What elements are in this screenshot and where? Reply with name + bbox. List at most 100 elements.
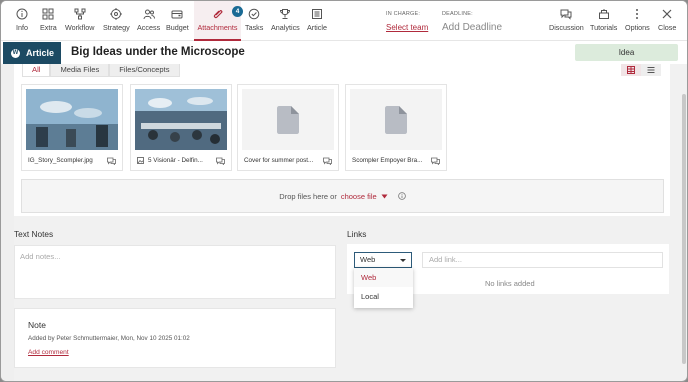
toolbar-discussion[interactable]: Discussion <box>549 8 584 32</box>
image-thumbnail <box>135 89 227 150</box>
grid-view-icon <box>627 66 635 74</box>
comment-icon[interactable] <box>216 157 225 165</box>
info-icon <box>16 8 28 20</box>
add-link-placeholder: Add link... <box>429 255 462 264</box>
comment-icon[interactable] <box>431 157 440 165</box>
more-vertical-icon <box>636 9 639 19</box>
select-team-link[interactable]: Select team <box>386 23 428 32</box>
toolbar-close-label: Close <box>658 23 677 32</box>
users-icon <box>143 9 155 20</box>
tab-all[interactable]: All <box>22 64 51 77</box>
vertical-scrollbar[interactable] <box>681 64 687 381</box>
toolbar-extra[interactable]: Extra <box>40 8 57 32</box>
tab-media-files[interactable]: Media Files <box>50 64 110 77</box>
toolbar-access[interactable]: Access <box>137 8 160 32</box>
grid-view-button[interactable] <box>621 64 641 76</box>
attachment-card[interactable]: Cover for summer post... <box>237 84 339 171</box>
link-type-select[interactable]: Web <box>354 252 412 268</box>
check-circle-icon <box>248 8 260 20</box>
add-comment-link[interactable]: Add comment <box>28 349 69 356</box>
attachments-count-badge: 4 <box>232 6 243 17</box>
toolbar-tutorials[interactable]: Tutorials <box>590 8 617 32</box>
app-window: Info Extra Workflow Strategy Access Budg… <box>0 0 688 382</box>
add-deadline-button[interactable]: Add Deadline <box>442 22 502 33</box>
text-notes-field[interactable]: Add notes... <box>14 245 336 299</box>
text-notes-heading: Text Notes <box>14 229 54 239</box>
toolbar-options[interactable]: Options <box>625 8 650 32</box>
toolbar-article-label: Article <box>307 23 327 32</box>
toolbar-attachments-label: Attachments <box>197 23 238 32</box>
chevron-down-icon <box>400 259 406 262</box>
toolbar-budget[interactable]: Budget <box>166 8 189 32</box>
status-badge[interactable]: Idea <box>575 44 678 61</box>
tutorials-icon <box>598 9 609 19</box>
toolbar-info-label: Info <box>16 23 28 32</box>
toolbar-info[interactable]: Info <box>16 8 28 32</box>
toolbar-access-label: Access <box>137 23 161 32</box>
in-charge-label: IN CHARGE: <box>386 11 421 17</box>
attachment-card[interactable]: 5 Visionär - Delfin... <box>130 84 232 171</box>
attachment-tabs: All Media Files Files/Concepts <box>22 64 180 77</box>
list-view-button[interactable] <box>641 64 661 76</box>
toolbar-extra-label: Extra <box>40 23 57 32</box>
attachment-filename: 5 Visionär - Delfin... <box>148 157 203 164</box>
toolbar-workflow[interactable]: Workflow <box>65 8 94 32</box>
page-title[interactable]: Big Ideas under the Microscope <box>71 46 245 58</box>
toolbar-close[interactable]: Close <box>658 8 676 32</box>
comment-icon[interactable] <box>323 157 332 165</box>
attachment-filename: Scompler Empoyer Bra... <box>352 157 423 164</box>
toolbar-tutorials-label: Tutorials <box>590 23 618 32</box>
choose-file-link[interactable]: choose file <box>341 192 377 201</box>
dropzone-text: Drop files here or <box>279 191 337 201</box>
attachment-filename: Cover for summer post... <box>244 157 314 164</box>
toolbar-tasks[interactable]: Tasks <box>245 8 263 32</box>
document-thumbnail <box>242 89 334 150</box>
add-link-input[interactable]: Add link... <box>422 252 663 268</box>
list-view-icon <box>647 67 655 73</box>
toolbar-workflow-label: Workflow <box>65 23 95 32</box>
tab-files-concepts[interactable]: Files/Concepts <box>109 64 180 77</box>
toolbar-analytics[interactable]: Analytics <box>271 8 300 32</box>
paperclip-icon <box>213 10 222 19</box>
image-type-icon <box>137 157 144 164</box>
file-dropzone[interactable]: Drop files here or choose file <box>21 179 664 213</box>
attachment-card[interactable]: Scompler Empoyer Bra... <box>345 84 447 171</box>
dropdown-option-local[interactable]: Local <box>354 287 413 306</box>
content-type-tag: W Article <box>3 42 61 64</box>
empty-links-text: No links added <box>485 279 535 288</box>
document-thumbnail <box>350 89 442 150</box>
trophy-icon <box>280 9 291 19</box>
link-type-value: Web <box>360 255 376 264</box>
top-toolbar: Info Extra Workflow Strategy Access Budg… <box>1 1 687 41</box>
budget-icon <box>171 10 183 19</box>
workflow-icon <box>74 8 86 20</box>
document-icon <box>385 105 407 134</box>
links-heading: Links <box>347 229 367 239</box>
wordpress-icon: W <box>11 48 20 58</box>
notes-placeholder: Add notes... <box>20 252 61 261</box>
note-title: Note <box>28 320 46 330</box>
caret-down-icon[interactable] <box>381 194 388 199</box>
toolbar-discussion-label: Discussion <box>549 23 584 32</box>
document-icon <box>277 105 299 134</box>
info-icon[interactable] <box>397 192 406 200</box>
toolbar-budget-label: Budget <box>166 23 189 32</box>
attachment-filename: IG_Story_Scompler.jpg <box>28 157 93 164</box>
note-meta: Added by Peter Schmuttermaier, Mon, Nov … <box>28 335 190 342</box>
article-icon <box>311 9 322 19</box>
title-bar: W Article Big Ideas under the Microscope… <box>1 41 687 64</box>
toolbar-strategy[interactable]: Strategy <box>103 8 130 32</box>
toolbar-options-label: Options <box>625 23 650 32</box>
view-toggle <box>621 64 661 76</box>
scrollbar-thumb[interactable] <box>682 94 686 364</box>
chat-icon <box>560 9 572 20</box>
content-type-label: Article <box>26 48 55 58</box>
attachment-card[interactable]: IG_Story_Scompler.jpg <box>21 84 123 171</box>
left-margin <box>1 64 14 381</box>
dropdown-option-web[interactable]: Web <box>354 268 413 287</box>
close-icon <box>662 9 672 19</box>
toolbar-article[interactable]: Article <box>307 8 327 32</box>
comment-icon[interactable] <box>107 157 116 165</box>
toolbar-strategy-label: Strategy <box>103 23 130 32</box>
attachments-panel: All Media Files Files/Concepts IG_Story_… <box>14 64 670 216</box>
